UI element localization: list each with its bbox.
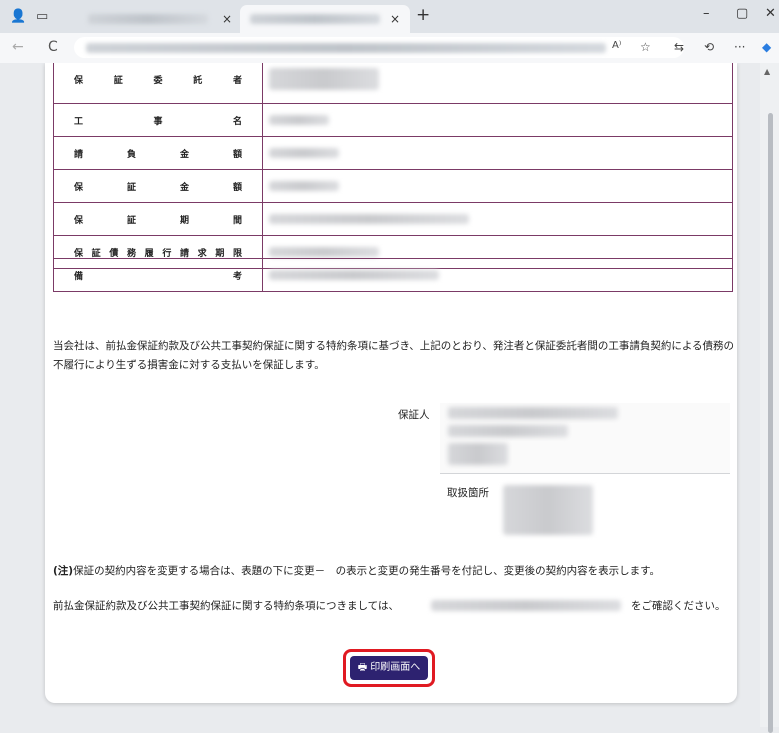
close-icon[interactable]: × bbox=[222, 12, 232, 26]
value-redacted bbox=[269, 68, 379, 90]
favorite-star-icon[interactable]: ☆ bbox=[640, 40, 651, 54]
guarantee-notice: 当会社は、前払金保証約款及び公共工事契約保証に関する特約条項に基づき、上記のとお… bbox=[53, 340, 735, 371]
history-icon[interactable]: ⟲ bbox=[704, 40, 714, 54]
tab-bar: 👤 ▭ × × + – ▢ ✕ bbox=[0, 0, 779, 33]
value-redacted bbox=[269, 148, 339, 158]
tab-title-redacted bbox=[88, 14, 208, 24]
value-redacted bbox=[269, 214, 469, 224]
print-button[interactable]: 🖶 印刷画面へ bbox=[350, 656, 428, 680]
value-redacted bbox=[448, 443, 508, 465]
guarantor-label: 保証人 bbox=[398, 409, 430, 421]
handling-office-label: 取扱箇所 bbox=[447, 487, 489, 499]
row-value bbox=[262, 202, 733, 236]
change-note: (注)保証の契約内容を変更する場合は、表題の下に変更－ の表示と変更の発生番号を… bbox=[53, 563, 660, 578]
value-redacted bbox=[269, 181, 339, 191]
note-text: 保証の契約内容を変更する場合は、表題の下に変更－ の表示と変更の発生番号を付記し… bbox=[73, 565, 661, 577]
profile-icon[interactable]: 👤 bbox=[10, 9, 26, 24]
value-redacted bbox=[448, 407, 618, 419]
more-icon[interactable]: ··· bbox=[734, 40, 745, 54]
row-value bbox=[262, 103, 733, 137]
tab-active[interactable]: × bbox=[240, 5, 410, 33]
value-redacted bbox=[269, 115, 329, 125]
link-redacted[interactable] bbox=[431, 600, 621, 611]
note-prefix: (注) bbox=[53, 565, 74, 577]
row-label: 保証委託者 bbox=[53, 63, 263, 104]
close-window-icon[interactable]: ✕ bbox=[765, 6, 776, 21]
handling-office-redacted bbox=[503, 485, 593, 535]
print-button-label: 印刷画面へ bbox=[370, 662, 421, 673]
value-redacted bbox=[269, 247, 379, 257]
favorites-list-icon[interactable]: ⇆ bbox=[674, 40, 684, 54]
copilot-icon[interactable]: ◆ bbox=[762, 40, 771, 54]
table-row: 保証委託者 bbox=[53, 63, 733, 104]
back-icon[interactable]: ← bbox=[12, 39, 24, 55]
reload-icon[interactable]: C bbox=[48, 39, 58, 55]
scroll-up-icon[interactable]: ▲ bbox=[764, 67, 770, 76]
clause-prefix: 前払金保証約款及び公共工事契約保証に関する特約条項につきましては、 bbox=[53, 600, 399, 612]
scroll-thumb[interactable] bbox=[768, 113, 773, 733]
table-row: 保証金額 bbox=[53, 169, 733, 203]
tab-inactive[interactable]: × bbox=[82, 5, 240, 33]
value-redacted bbox=[448, 425, 568, 437]
table-row: 備考 bbox=[53, 258, 733, 292]
close-icon[interactable]: × bbox=[390, 12, 400, 26]
page-viewport: 保証委託者 工事名 請負金額 保証金額 保証期間 保証債務履行請求期限 備考 当… bbox=[0, 63, 760, 727]
url-redacted bbox=[86, 43, 606, 53]
row-value bbox=[262, 136, 733, 170]
clause-suffix: をご確認ください。 bbox=[631, 600, 726, 612]
row-label: 請負金額 bbox=[53, 136, 263, 170]
guarantee-table: 保証委託者 工事名 請負金額 保証金額 保証期間 保証債務履行請求期限 bbox=[53, 63, 733, 269]
row-value bbox=[262, 63, 733, 104]
address-bar: ← C A⁾ ☆ ⇆ ⟲ ··· ◆ bbox=[0, 33, 779, 64]
guarantor-info bbox=[440, 403, 730, 474]
table-row: 保証期間 bbox=[53, 202, 733, 236]
certificate-card: 保証委託者 工事名 請負金額 保証金額 保証期間 保証債務履行請求期限 備考 当… bbox=[45, 63, 737, 703]
maximize-icon[interactable]: ▢ bbox=[736, 6, 748, 21]
row-label: 工事名 bbox=[53, 103, 263, 137]
printer-icon: 🖶 bbox=[357, 662, 368, 673]
minimize-icon[interactable]: – bbox=[703, 6, 710, 21]
new-tab-button[interactable]: + bbox=[416, 5, 430, 25]
scrollbar[interactable]: ▲ bbox=[760, 63, 779, 733]
row-value bbox=[262, 169, 733, 203]
value-redacted bbox=[269, 270, 439, 280]
print-button-highlight: 🖶 印刷画面へ bbox=[343, 649, 435, 687]
read-aloud-icon[interactable]: A⁾ bbox=[612, 40, 621, 51]
row-label: 保証期間 bbox=[53, 202, 263, 236]
remarks-label: 備考 bbox=[53, 258, 263, 292]
tab-actions-icon[interactable]: ▭ bbox=[36, 9, 48, 24]
tab-title-redacted bbox=[250, 14, 380, 24]
remarks-table: 備考 bbox=[53, 258, 733, 292]
url-field[interactable] bbox=[74, 37, 684, 58]
table-row: 請負金額 bbox=[53, 136, 733, 170]
remarks-value bbox=[262, 258, 733, 292]
row-label: 保証金額 bbox=[53, 169, 263, 203]
table-row: 工事名 bbox=[53, 103, 733, 137]
